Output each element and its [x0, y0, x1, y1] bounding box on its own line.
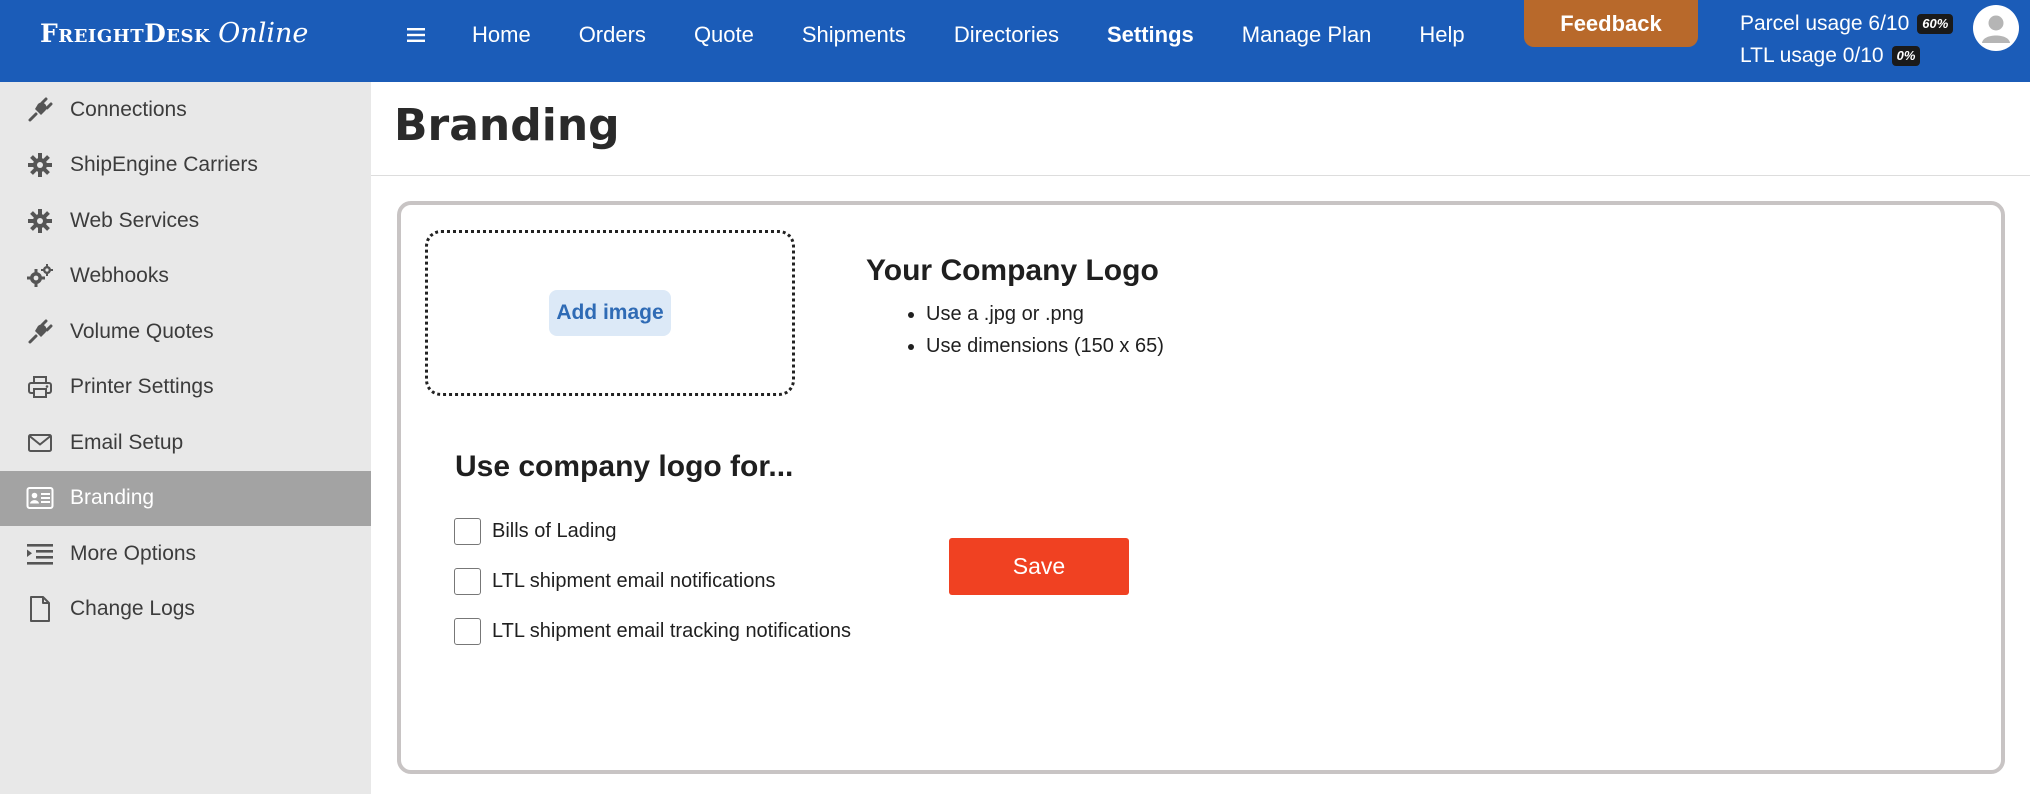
- nav-directories[interactable]: Directories: [930, 22, 1083, 48]
- sidebar-item-webhooks[interactable]: Webhooks: [0, 249, 371, 305]
- settings-sidebar: Connections ShipEngine Carriers Web Serv…: [0, 82, 371, 794]
- app-logo[interactable]: FreightDesk Online: [40, 18, 308, 58]
- nav-home[interactable]: Home: [448, 22, 555, 48]
- id-card-icon: [26, 484, 54, 512]
- main-nav: Home Orders Quote Shipments Directories …: [448, 0, 1489, 70]
- sidebar-item-change-logs[interactable]: Change Logs: [0, 582, 371, 638]
- sidebar-item-email-setup[interactable]: Email Setup: [0, 415, 371, 471]
- title-divider: [371, 175, 2030, 176]
- sidebar-item-label: Web Services: [70, 208, 200, 232]
- ltl-usage-badge: 0%: [1891, 46, 1921, 66]
- file-icon: [26, 595, 54, 623]
- gear-icon: [26, 207, 54, 235]
- option-label: LTL shipment email notifications: [492, 569, 776, 592]
- parcel-usage-label: Parcel usage 6/10: [1740, 12, 1910, 35]
- plug-icon: [26, 96, 54, 124]
- option-label: Bills of Lading: [492, 519, 617, 542]
- ltl-email-tracking-notifications-checkbox[interactable]: [454, 617, 481, 645]
- sidebar-item-shipengine-carriers[interactable]: ShipEngine Carriers: [0, 138, 371, 194]
- logo-info: Your Company Logo Use a .jpg or .png Use…: [866, 254, 1164, 362]
- sidebar-item-label: Branding: [70, 486, 155, 510]
- hamburger-menu-icon[interactable]: [404, 23, 428, 47]
- nav-manage-plan[interactable]: Manage Plan: [1218, 22, 1396, 48]
- sidebar-item-more-options[interactable]: More Options: [0, 526, 371, 582]
- sidebar-item-label: Email Setup: [70, 430, 184, 454]
- parcel-usage: Parcel usage 6/10 60%: [1740, 8, 1954, 40]
- page-title: Branding: [394, 100, 620, 151]
- sidebar-item-label: Volume Quotes: [70, 319, 214, 343]
- sidebar-item-label: Change Logs: [70, 597, 195, 621]
- bills-of-lading-checkbox[interactable]: [454, 517, 481, 545]
- use-logo-title: Use company logo for...: [455, 450, 794, 483]
- sidebar-item-label: Webhooks: [70, 264, 169, 288]
- save-button[interactable]: Save: [949, 538, 1129, 595]
- plug-icon: [26, 318, 54, 346]
- logo-dropzone[interactable]: Add image: [425, 230, 795, 396]
- ltl-usage-label: LTL usage 0/10: [1740, 44, 1884, 67]
- top-navbar: FreightDesk Online Home Orders Quote Shi…: [0, 0, 2030, 82]
- ltl-usage: LTL usage 0/10 0%: [1740, 40, 1953, 72]
- usage-summary: Parcel usage 6/10 60% LTL usage 0/10 0%: [1740, 8, 1954, 72]
- nav-shipments[interactable]: Shipments: [778, 22, 930, 48]
- option-bills-of-lading: Bills of Lading: [454, 506, 851, 556]
- logo-sub-text: Online: [218, 18, 309, 49]
- nav-settings[interactable]: Settings: [1083, 22, 1218, 48]
- printer-icon: [26, 373, 54, 401]
- sidebar-item-connections[interactable]: Connections: [0, 82, 371, 138]
- logo-tip: Use dimensions (150 x 65): [926, 330, 1164, 362]
- sidebar-item-printer-settings[interactable]: Printer Settings: [0, 360, 371, 416]
- sidebar-item-label: More Options: [70, 541, 197, 565]
- ltl-email-notifications-checkbox[interactable]: [454, 567, 481, 595]
- sidebar-item-branding[interactable]: Branding: [0, 470, 371, 526]
- sidebar-item-label: Connections: [70, 97, 187, 121]
- logo-usage-options: Bills of Lading LTL shipment email notif…: [454, 506, 851, 656]
- logo-info-title: Your Company Logo: [866, 254, 1159, 287]
- option-ltl-email-notifications: LTL shipment email notifications: [454, 556, 851, 606]
- sidebar-item-label: Printer Settings: [70, 375, 214, 399]
- nav-help[interactable]: Help: [1395, 22, 1488, 48]
- logo-tips-list: Use a .jpg or .png Use dimensions (150 x…: [866, 298, 1164, 362]
- nav-orders[interactable]: Orders: [555, 22, 670, 48]
- gear-icon: [26, 151, 54, 179]
- sidebar-item-label: ShipEngine Carriers: [70, 153, 258, 177]
- parcel-usage-badge: 60%: [1917, 14, 1954, 34]
- sidebar-item-volume-quotes[interactable]: Volume Quotes: [0, 304, 371, 360]
- user-avatar-icon[interactable]: [1973, 5, 2019, 51]
- envelope-icon: [26, 429, 54, 457]
- option-label: LTL shipment email tracking notification…: [492, 619, 852, 642]
- list-indent-icon: [26, 540, 54, 568]
- gears-icon: [26, 262, 54, 290]
- add-image-button[interactable]: Add image: [549, 290, 671, 336]
- logo-tip: Use a .jpg or .png: [926, 298, 1164, 330]
- nav-quote[interactable]: Quote: [670, 22, 778, 48]
- sidebar-item-web-services[interactable]: Web Services: [0, 193, 371, 249]
- feedback-button[interactable]: Feedback: [1524, 0, 1698, 47]
- option-ltl-email-tracking-notifications: LTL shipment email tracking notification…: [454, 606, 851, 656]
- logo-main-text: FreightDesk: [40, 19, 211, 48]
